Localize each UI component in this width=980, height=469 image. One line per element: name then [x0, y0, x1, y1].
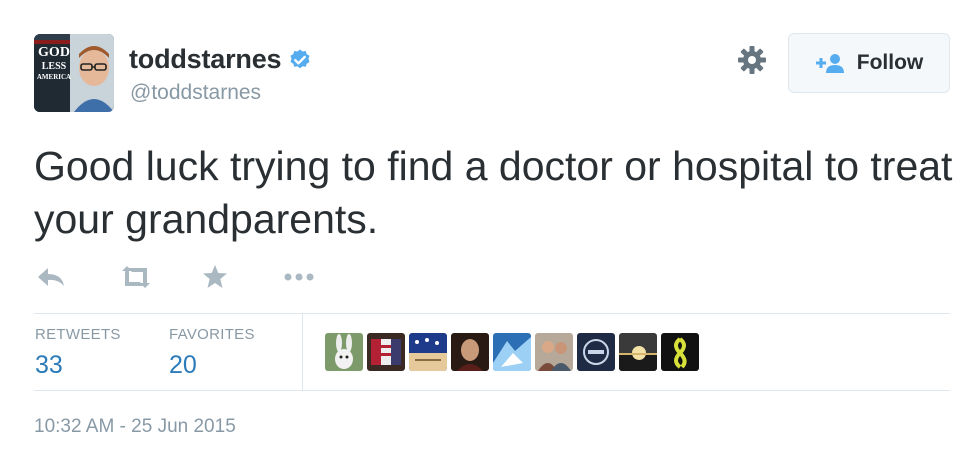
follow-button[interactable]: Follow — [788, 33, 950, 93]
favoriter-avatar[interactable] — [619, 333, 657, 371]
stats-divider — [302, 314, 303, 391]
favoriter-avatar[interactable] — [661, 333, 699, 371]
favoriters-list — [325, 333, 703, 371]
favoriter-avatar[interactable] — [325, 333, 363, 371]
retweet-button[interactable] — [116, 262, 156, 292]
tweet-text: Good luck trying to find a doctor or hos… — [34, 143, 953, 242]
more-button[interactable] — [282, 262, 316, 292]
retweets-count: 33 — [35, 351, 63, 379]
user-handle[interactable]: @toddstarnes — [130, 81, 261, 105]
book-cover-text: LESS — [41, 61, 67, 72]
favorite-icon — [203, 265, 227, 288]
favorites-count: 20 — [169, 351, 197, 379]
book-cover-text: GOD — [38, 45, 70, 60]
add-user-icon — [815, 54, 844, 73]
favoriter-avatar[interactable] — [493, 333, 531, 371]
retweet-icon — [122, 266, 150, 288]
tweet-stats: RETWEETS 33 FAVORITES 20 — [34, 313, 950, 391]
more-icon — [284, 273, 314, 281]
user-name[interactable]: toddstarnes — [129, 44, 282, 75]
follow-label: Follow — [856, 51, 924, 74]
verified-badge-icon — [290, 49, 310, 68]
gear-icon[interactable] — [736, 44, 768, 76]
book-cover-text: AMERICA — [36, 73, 72, 81]
user-avatar[interactable]: GOD LESS AMERICA — [34, 34, 114, 112]
tweet-timestamp[interactable]: 10:32 AM - 25 Jun 2015 — [34, 416, 236, 438]
retweets-label: RETWEETS — [35, 326, 121, 343]
favoriter-avatar[interactable] — [577, 333, 615, 371]
favorites-label: FAVORITES — [169, 326, 255, 343]
reply-icon — [38, 268, 64, 286]
favorites-stat[interactable]: FAVORITES 20 — [169, 326, 255, 380]
favoriter-avatar[interactable] — [535, 333, 573, 371]
retweets-stat[interactable]: RETWEETS 33 — [35, 326, 121, 380]
tweet-actions — [34, 262, 316, 292]
reply-button[interactable] — [34, 262, 68, 292]
favoriter-avatar[interactable] — [451, 333, 489, 371]
user-name-row: toddstarnes — [129, 44, 312, 75]
favorite-button[interactable] — [200, 262, 230, 292]
favoriter-avatar[interactable] — [367, 333, 405, 371]
favoriter-avatar[interactable] — [409, 333, 447, 371]
